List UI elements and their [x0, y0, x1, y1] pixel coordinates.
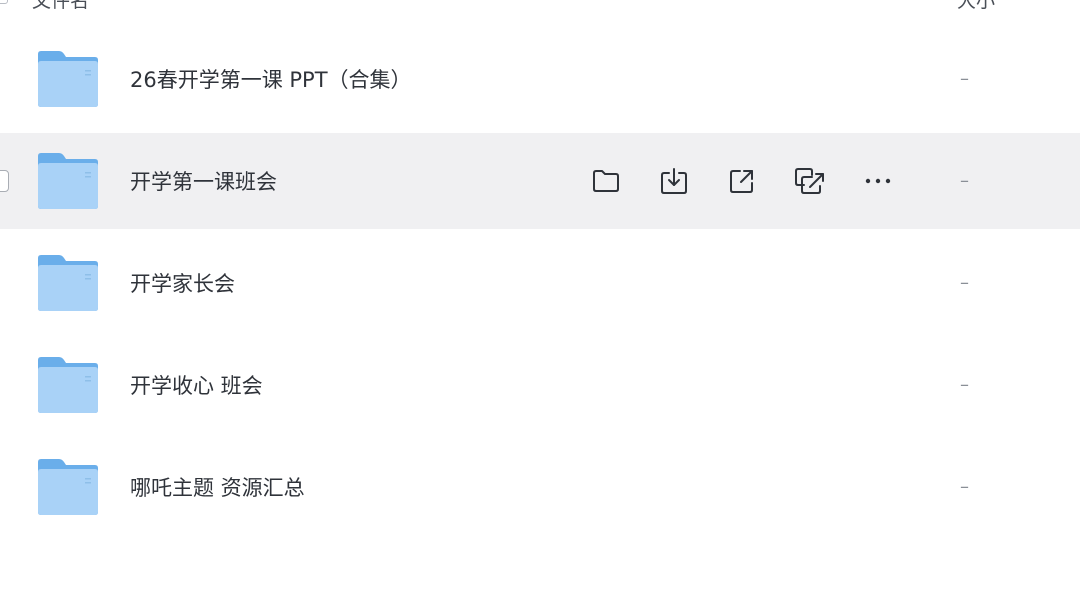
size-column-header[interactable]: 大小 — [957, 0, 995, 13]
file-row[interactable]: 开学第一课班会 – — [0, 133, 1080, 229]
copy-link-icon[interactable] — [794, 165, 826, 197]
file-row[interactable]: 开学收心 班会 – — [0, 334, 1080, 436]
file-browser: 文件名 大小 26春开学第一课 PPT（合集） – 开学第一课班会 – 开学家长… — [0, 0, 1080, 613]
file-row[interactable]: 26春开学第一课 PPT（合集） – — [0, 28, 1080, 130]
folder-icon — [37, 152, 99, 210]
file-list: 26春开学第一课 PPT（合集） – 开学第一课班会 – 开学家长会 – 开学收… — [0, 28, 1080, 538]
folder-icon — [37, 356, 99, 414]
folder-icon — [37, 458, 99, 516]
file-name[interactable]: 开学第一课班会 — [130, 166, 277, 196]
file-name[interactable]: 开学家长会 — [130, 268, 235, 298]
file-size: – — [960, 68, 969, 90]
file-row[interactable]: 开学家长会 – — [0, 232, 1080, 334]
file-row[interactable]: 哪吒主题 资源汇总 – — [0, 436, 1080, 538]
row-actions — [590, 165, 930, 197]
file-name[interactable]: 26春开学第一课 PPT（合集） — [130, 64, 412, 94]
file-size: – — [960, 272, 969, 294]
row-checkbox[interactable] — [0, 170, 9, 192]
more-icon[interactable] — [862, 165, 894, 197]
file-list-header: 文件名 大小 — [0, 0, 1080, 12]
open-folder-icon[interactable] — [590, 165, 622, 197]
download-icon[interactable] — [658, 165, 690, 197]
file-name[interactable]: 哪吒主题 资源汇总 — [130, 472, 305, 502]
select-all-checkbox[interactable] — [0, 0, 8, 4]
file-name[interactable]: 开学收心 班会 — [130, 370, 263, 400]
name-column-header[interactable]: 文件名 — [32, 0, 89, 13]
file-size: – — [960, 476, 969, 498]
file-size: – — [960, 170, 969, 192]
file-size: – — [960, 374, 969, 396]
folder-icon — [37, 50, 99, 108]
share-icon[interactable] — [726, 165, 758, 197]
folder-icon — [37, 254, 99, 312]
